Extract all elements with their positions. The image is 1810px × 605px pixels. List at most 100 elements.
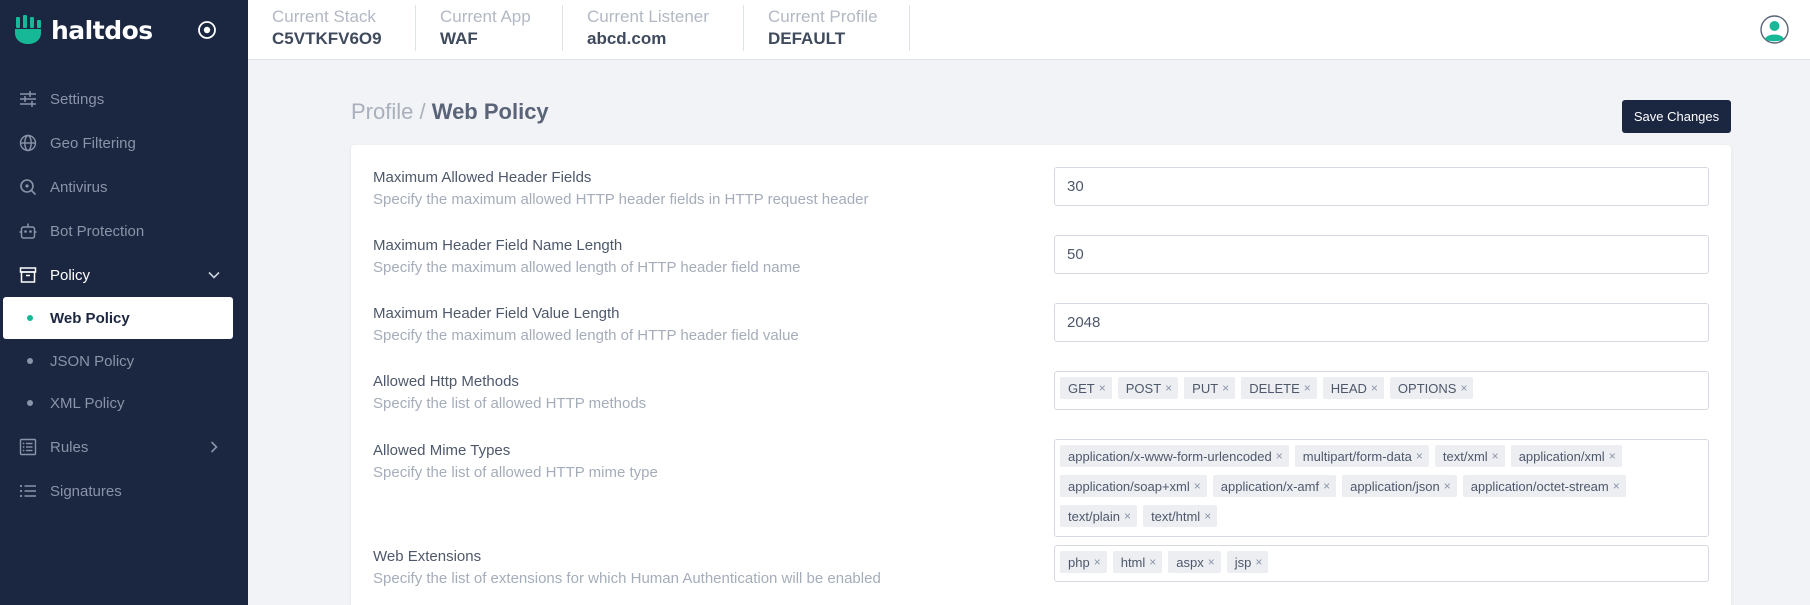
sliders-icon bbox=[20, 91, 36, 107]
tag[interactable]: application/x-amf × bbox=[1212, 475, 1337, 497]
tag[interactable]: application/json × bbox=[1342, 475, 1457, 497]
tag-label: html bbox=[1120, 554, 1146, 570]
field-description: Specify the maximum allowed HTTP header … bbox=[373, 191, 869, 208]
tag-remove-icon[interactable]: × bbox=[1492, 449, 1499, 463]
tag-label: application/octet-stream bbox=[1470, 478, 1609, 494]
tag-remove-icon[interactable]: × bbox=[1204, 509, 1211, 523]
tag-label: text/html bbox=[1151, 508, 1201, 524]
tag-label: php bbox=[1068, 554, 1090, 570]
tag-label: jsp bbox=[1234, 554, 1252, 570]
sidebar-toggle-icon[interactable] bbox=[197, 20, 217, 40]
tag[interactable]: application/x-www-form-urlencoded × bbox=[1060, 445, 1289, 467]
chevron-right-icon bbox=[210, 441, 218, 453]
http-methods-tag-input[interactable]: GET × POST × PUT × DELETE × HEAD × OPTIONS × bbox=[1054, 371, 1709, 410]
tag-remove-icon[interactable]: × bbox=[1255, 555, 1262, 569]
tag-remove-icon[interactable]: × bbox=[1323, 479, 1330, 493]
tag[interactable]: application/xml × bbox=[1510, 445, 1622, 467]
context-value: WAF bbox=[440, 29, 478, 48]
brand[interactable]: haltdos bbox=[14, 13, 153, 47]
brand-name: haltdos bbox=[51, 15, 153, 45]
sidebar-subitem-web-policy[interactable]: Web Policy bbox=[3, 297, 233, 339]
tag-remove-icon[interactable]: × bbox=[1460, 381, 1467, 395]
tag[interactable]: text/html × bbox=[1143, 505, 1218, 527]
tag[interactable]: OPTIONS × bbox=[1389, 377, 1474, 399]
tag[interactable]: HEAD × bbox=[1322, 377, 1384, 399]
policy-form-card: Maximum Allowed Header Fields Specify th… bbox=[351, 145, 1731, 605]
save-changes-button[interactable]: Save Changes bbox=[1622, 100, 1731, 133]
tag-label: GET bbox=[1068, 380, 1095, 396]
globe-icon bbox=[19, 134, 37, 152]
tag-remove-icon[interactable]: × bbox=[1149, 555, 1156, 569]
tag-remove-icon[interactable]: × bbox=[1609, 449, 1616, 463]
tag-remove-icon[interactable]: × bbox=[1094, 555, 1101, 569]
sidebar-item-antivirus[interactable]: Antivirus bbox=[0, 167, 248, 207]
archive-icon bbox=[19, 267, 37, 283]
tag-label: HEAD bbox=[1330, 380, 1367, 396]
max-header-fields-input[interactable]: 30 bbox=[1054, 167, 1709, 206]
tag-remove-icon[interactable]: × bbox=[1444, 479, 1451, 493]
field-description: Specify the maximum allowed length of HT… bbox=[373, 259, 801, 276]
tag-remove-icon[interactable]: × bbox=[1276, 449, 1283, 463]
tag[interactable]: DELETE × bbox=[1241, 377, 1317, 399]
sidebar-subitem-json-policy[interactable]: JSON Policy bbox=[0, 340, 248, 382]
sidebar-item-label: Rules bbox=[50, 438, 89, 456]
active-dot bbox=[27, 315, 33, 321]
sidebar-item-bot-protection[interactable]: Bot Protection bbox=[0, 211, 248, 251]
sidebar-item-rules[interactable]: Rules bbox=[0, 427, 248, 467]
tag-remove-icon[interactable]: × bbox=[1613, 479, 1620, 493]
tag-remove-icon[interactable]: × bbox=[1371, 381, 1378, 395]
tag[interactable]: html × bbox=[1112, 551, 1163, 573]
breadcrumb-current: Web Policy bbox=[431, 99, 549, 124]
tag[interactable]: application/soap+xml × bbox=[1060, 475, 1207, 497]
tag-remove-icon[interactable]: × bbox=[1194, 479, 1201, 493]
tag-remove-icon[interactable]: × bbox=[1165, 381, 1172, 395]
tag-remove-icon[interactable]: × bbox=[1222, 381, 1229, 395]
tag-remove-icon[interactable]: × bbox=[1416, 449, 1423, 463]
tag-label: POST bbox=[1125, 380, 1162, 396]
tag[interactable]: GET × bbox=[1060, 377, 1112, 399]
tag[interactable]: jsp × bbox=[1226, 551, 1269, 573]
tag[interactable]: PUT × bbox=[1184, 377, 1236, 399]
tag[interactable]: text/xml × bbox=[1434, 445, 1505, 467]
tag-label: aspx bbox=[1176, 554, 1204, 570]
user-avatar-icon[interactable] bbox=[1760, 15, 1789, 44]
context-label: Current App bbox=[440, 7, 531, 26]
sidebar-item-label: Bot Protection bbox=[50, 222, 145, 240]
tag-label: application/xml bbox=[1518, 448, 1605, 464]
tag-label: PUT bbox=[1192, 380, 1219, 396]
sidebar-subitem-xml-policy[interactable]: XML Policy bbox=[0, 382, 248, 424]
list-box-icon bbox=[19, 438, 37, 456]
max-header-value-length-input[interactable]: 2048 bbox=[1054, 303, 1709, 342]
page-title: Profile / Web Policy bbox=[351, 99, 549, 125]
haltdos-logo-icon bbox=[15, 15, 41, 44]
sidebar-item-geo-filtering[interactable]: Geo Filtering bbox=[0, 123, 248, 163]
tag-remove-icon[interactable]: × bbox=[1208, 555, 1215, 569]
tag[interactable]: POST × bbox=[1117, 377, 1179, 399]
sidebar-item-signatures[interactable]: Signatures bbox=[0, 471, 248, 511]
sidebar-item-policy[interactable]: Policy bbox=[0, 255, 248, 295]
mime-types-tag-input[interactable]: application/x-www-form-urlencoded × multi… bbox=[1054, 439, 1709, 537]
sidebar-item-label: Signatures bbox=[50, 482, 122, 500]
tag[interactable]: application/octet-stream × bbox=[1462, 475, 1626, 497]
context-value: C5VTKFV6O9 bbox=[272, 29, 382, 48]
context-stack[interactable]: Current Stack C5VTKFV6O9 bbox=[248, 5, 416, 51]
context-listener[interactable]: Current Listener abcd.com bbox=[563, 5, 744, 51]
max-header-name-length-input[interactable]: 50 bbox=[1054, 235, 1709, 274]
sidebar-subitem-label: XML Policy bbox=[50, 394, 125, 412]
tag-label: application/json bbox=[1350, 478, 1440, 494]
tag-remove-icon[interactable]: × bbox=[1099, 381, 1106, 395]
tag-remove-icon[interactable]: × bbox=[1304, 381, 1311, 395]
context-label: Current Listener bbox=[587, 7, 709, 26]
sidebar-item-settings[interactable]: Settings bbox=[0, 79, 248, 119]
breadcrumb-parent[interactable]: Profile bbox=[351, 99, 413, 124]
web-extensions-tag-input[interactable]: php × html × aspx × jsp × bbox=[1054, 545, 1709, 582]
tag[interactable]: text/plain × bbox=[1060, 505, 1138, 527]
field-title: Maximum Header Field Name Length bbox=[373, 237, 623, 254]
context-profile[interactable]: Current Profile DEFAULT bbox=[744, 5, 910, 51]
tag-remove-icon[interactable]: × bbox=[1124, 509, 1131, 523]
tag[interactable]: multipart/form-data × bbox=[1294, 445, 1429, 467]
tag[interactable]: php × bbox=[1060, 551, 1107, 573]
field-description: Specify the list of extensions for which… bbox=[373, 570, 881, 587]
context-app[interactable]: Current App WAF bbox=[416, 5, 563, 51]
tag[interactable]: aspx × bbox=[1168, 551, 1221, 573]
